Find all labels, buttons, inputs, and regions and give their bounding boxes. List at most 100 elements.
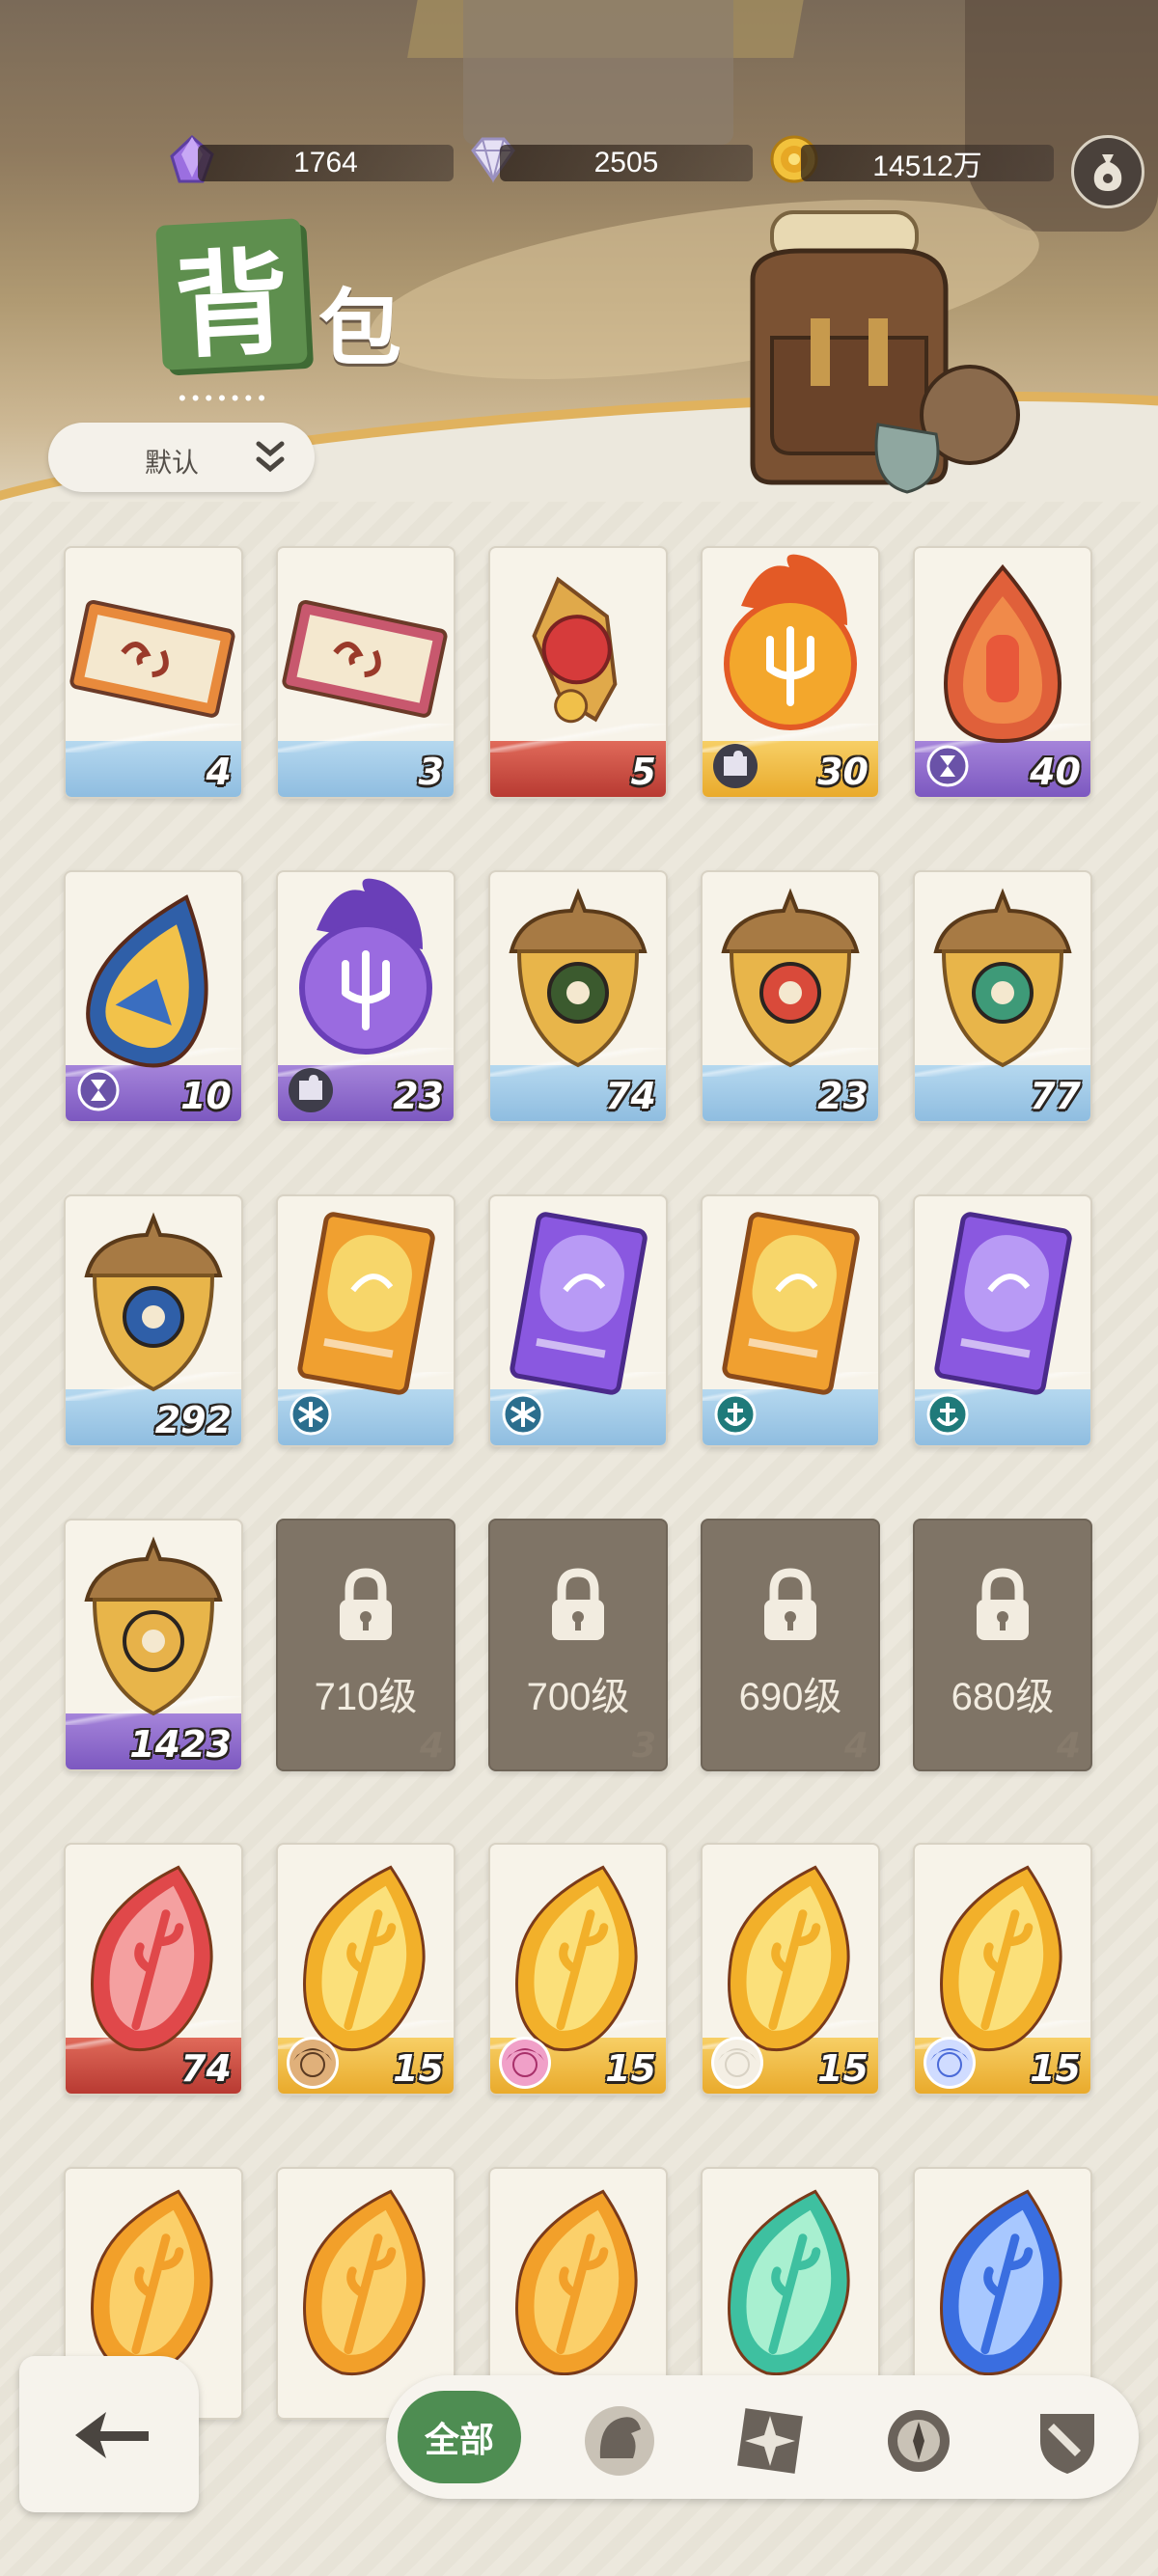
chevron-down-icon (256, 441, 285, 473)
acorn-diamond-icon (84, 1536, 223, 1716)
item-count: 23 (393, 1075, 444, 1117)
inventory-item-acorn-red-target[interactable]: 23 (701, 870, 880, 1123)
crystal-counter: 1764 (198, 145, 454, 181)
inventory-item-locked-chest[interactable]: 680级 4 (913, 1519, 1092, 1771)
item-count: 10 (180, 1075, 232, 1117)
item-count: 15 (393, 2047, 444, 2090)
back-button[interactable] (19, 2356, 199, 2512)
inventory-item-fire-trident-orb[interactable]: 30 (701, 546, 880, 799)
inventory-item-purple-card-snowflake[interactable] (488, 1194, 668, 1447)
item-count: 23 (817, 1075, 868, 1117)
back-arrow-icon (75, 2412, 149, 2458)
inventory-item-acorn-blue-star[interactable]: 292 (64, 1194, 243, 1447)
hero-avatar-icon (923, 2036, 977, 2090)
cottage (463, 0, 733, 145)
inventory-item-red-leaf-rune[interactable]: 74 (64, 1843, 243, 2096)
hourglass-icon (924, 743, 971, 789)
puzzle-icon (712, 743, 758, 789)
inventory-item-gold-leaf-rune-hero1[interactable]: 15 (276, 1843, 455, 2096)
item-count: 74 (180, 2047, 232, 2090)
hero-avatar-icon (710, 2036, 764, 2090)
unlock-level: 690级 (738, 1676, 842, 1718)
inventory-item-locked-chest[interactable]: 700级 3 (488, 1519, 668, 1771)
gold-value: 14512万 (872, 151, 982, 182)
sort-label: 默认 (145, 448, 200, 478)
item-count: 74 (605, 1075, 656, 1117)
lock-icon (764, 1568, 816, 1640)
diamond-value: 2505 (593, 147, 659, 178)
red-leaf-rune-icon (91, 1865, 213, 2052)
item-count: 15 (1030, 2047, 1081, 2090)
inventory-item-acorn-diamond[interactable]: 1423 (64, 1519, 243, 1771)
item-count: 4 (843, 1726, 868, 1766)
inventory-item-golden-drop-crest[interactable]: 10 (64, 870, 243, 1123)
inventory-item-locked-chest[interactable]: 710级 4 (276, 1519, 455, 1771)
item-count: 15 (605, 2047, 656, 2090)
acorn-green-leaf-icon (933, 888, 1072, 1068)
tab-all[interactable]: 全部 (398, 2391, 521, 2483)
orange-ticket-icon (69, 599, 235, 718)
compass-icon[interactable] (878, 2400, 959, 2481)
item-count: 77 (1030, 1075, 1081, 1117)
title-char-1: 背 (171, 233, 293, 374)
backpack-illustration (750, 210, 1020, 494)
inventory-item-acorn-green-eye[interactable]: 74 (488, 870, 668, 1123)
inventory-item-gold-card-anchor[interactable] (701, 1194, 880, 1447)
anchor-icon (712, 1391, 758, 1438)
title-dots: ••••••• (179, 386, 271, 410)
inventory-item-gold-card-snowflake[interactable] (276, 1194, 455, 1447)
acorn-blue-star-icon (84, 1212, 223, 1392)
hero-avatar-icon (498, 2036, 552, 2090)
sort-dropdown[interactable]: 默认 (48, 423, 315, 492)
item-count: 292 (154, 1399, 232, 1441)
lock-icon (340, 1568, 392, 1640)
item-count: 5 (630, 751, 656, 793)
red-medallion-icon (532, 576, 618, 724)
money-bag-icon (1093, 154, 1122, 191)
lock-icon (552, 1568, 604, 1640)
green-leaf-rune-icon (728, 2189, 850, 2376)
inventory-item-purple-card-anchor[interactable] (913, 1194, 1092, 1447)
item-count: 40 (1030, 751, 1081, 793)
unlock-level: 710级 (314, 1676, 418, 1718)
tab-all-label: 全部 (424, 2420, 494, 2459)
item-count: 1423 (129, 1723, 232, 1766)
sword-shield-icon[interactable] (1027, 2400, 1108, 2481)
inventory-item-gold-leaf-rune-hero4[interactable]: 15 (913, 1843, 1092, 2096)
inventory-item-pink-ticket[interactable]: 3 (276, 546, 455, 799)
inventory-item-orange-ticket[interactable]: 4 (64, 546, 243, 799)
star-emblem-icon[interactable] (730, 2400, 811, 2481)
hero-helmet-icon[interactable] (579, 2400, 660, 2481)
item-count: 30 (817, 751, 868, 793)
inventory-item-gold-leaf-rune-hero3[interactable]: 15 (701, 1843, 880, 2096)
unlock-level: 680级 (951, 1676, 1055, 1718)
inventory-item-red-medallion[interactable]: 5 (488, 546, 668, 799)
acorn-green-eye-icon (509, 888, 648, 1068)
orange-leaf-rune-icon (303, 2189, 426, 2376)
item-count: 4 (1056, 1726, 1081, 1766)
item-count: 4 (206, 751, 232, 793)
inventory-item-fire-drop-crest[interactable]: 40 (913, 546, 1092, 799)
inventory-item-purple-trident-orb[interactable]: 23 (276, 870, 455, 1123)
lock-icon (977, 1568, 1029, 1640)
gold-counter: 14512万 (801, 145, 1054, 182)
page-title-main: 背 (155, 218, 308, 373)
money-bag-button[interactable] (1071, 135, 1144, 208)
orange-leaf-rune-icon (515, 2189, 638, 2376)
crystal-value: 1764 (293, 147, 358, 178)
title-char-2: 包 (318, 280, 401, 377)
hourglass-icon (75, 1067, 122, 1113)
snowflake-icon (500, 1391, 546, 1438)
blue-leaf-rune-icon (940, 2189, 1062, 2376)
item-count: 15 (817, 2047, 868, 2090)
anchor-icon (924, 1391, 971, 1438)
pink-ticket-icon (282, 599, 448, 718)
item-count: 3 (631, 1726, 656, 1766)
inventory-item-locked-chest[interactable]: 690级 4 (701, 1519, 880, 1771)
snowflake-icon (288, 1391, 334, 1438)
inventory-item-gold-leaf-rune-hero2[interactable]: 15 (488, 1843, 668, 2096)
hero-avatar-icon (286, 2036, 340, 2090)
inventory-item-acorn-green-leaf[interactable]: 77 (913, 870, 1092, 1123)
category-tabs: 全部 (386, 2375, 1139, 2499)
item-count: 3 (418, 751, 444, 793)
